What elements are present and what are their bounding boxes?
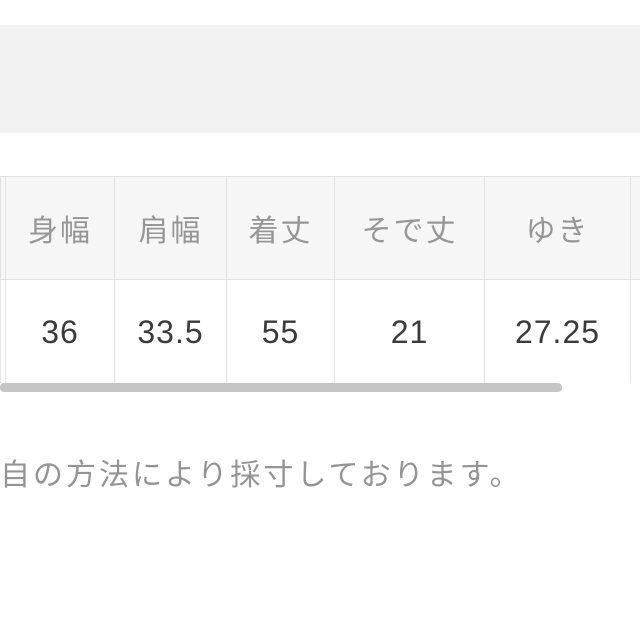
- value-cell-mihaba: 36: [6, 280, 115, 385]
- header-cell-trailing: [631, 177, 640, 280]
- table-row: 36 33.5 55 21 27.25: [1, 280, 640, 385]
- header-cell-yuki: ゆき: [485, 177, 631, 280]
- value-cell-yuki: 27.25: [485, 280, 631, 385]
- value-cell-kitake: 55: [227, 280, 335, 385]
- scrollbar-thumb[interactable]: [0, 383, 562, 392]
- measurement-note: 自の方法により採寸しております。: [0, 450, 640, 494]
- header-cell-kitake: 着丈: [227, 177, 335, 280]
- value-cell-trailing: [631, 280, 640, 385]
- header-cell-katahaba: 肩幅: [115, 177, 227, 280]
- header-cell-sodetake: そで丈: [335, 177, 485, 280]
- value-cell-sodetake: 21: [335, 280, 485, 385]
- header-band: [0, 25, 640, 133]
- size-table: 身幅 肩幅 着丈 そで丈 ゆき 36 33.5 55 21 27.25: [0, 176, 640, 385]
- measurement-table: 身幅 肩幅 着丈 そで丈 ゆき 36 33.5 55 21 27.25: [0, 176, 640, 385]
- horizontal-scrollbar[interactable]: [0, 383, 640, 392]
- table-header-row: 身幅 肩幅 着丈 そで丈 ゆき: [1, 177, 640, 280]
- header-cell-mihaba: 身幅: [6, 177, 115, 280]
- value-cell-katahaba: 33.5: [115, 280, 227, 385]
